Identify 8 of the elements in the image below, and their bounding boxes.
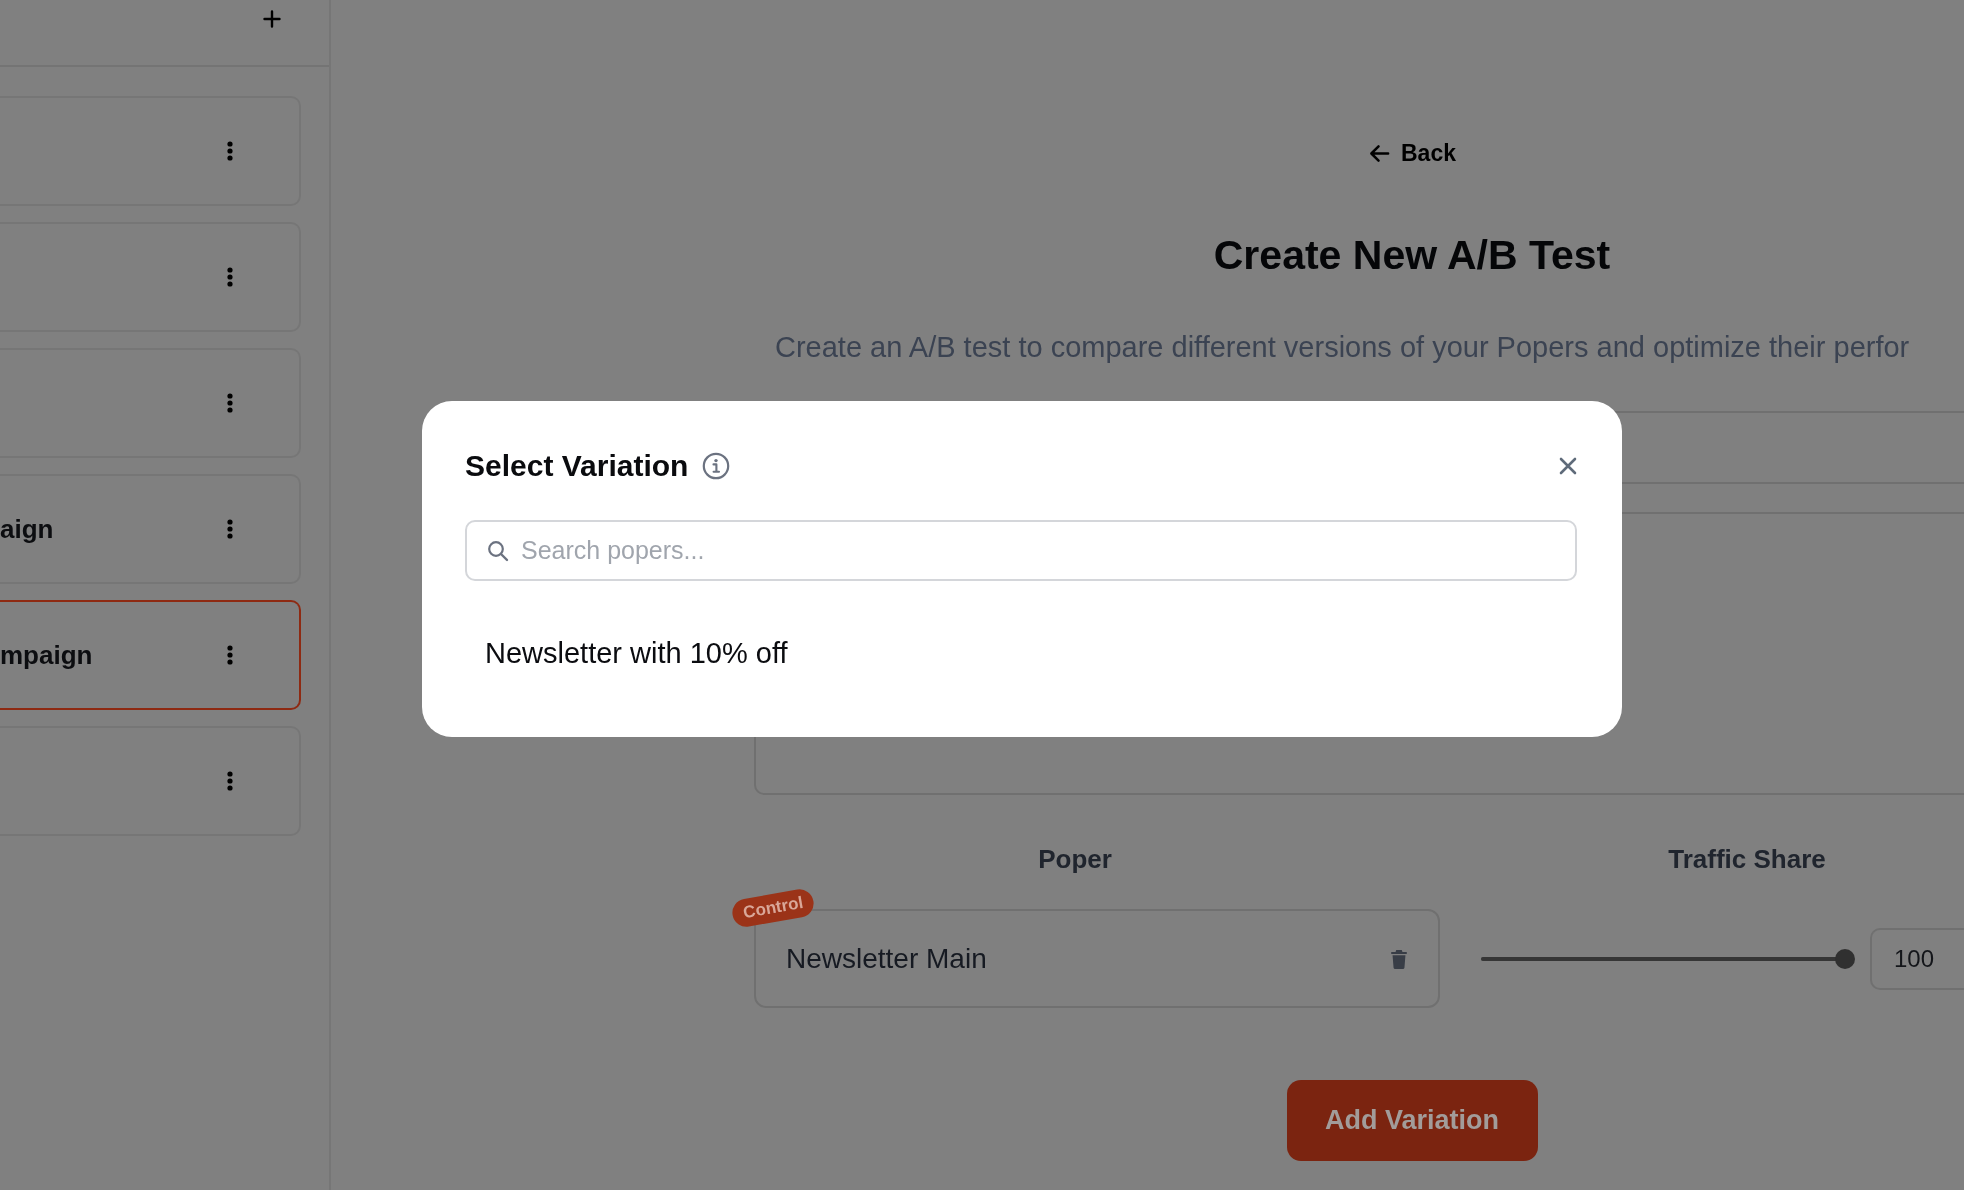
variation-name: Newsletter Main [786, 942, 987, 975]
column-header: Traffic Share [1667, 844, 1827, 874]
column-header: Poper [1037, 844, 1113, 874]
page-title: Create New A/B Test [1213, 231, 1611, 280]
campaign-name: mpaign [0, 639, 93, 671]
campaign-name: aign [0, 513, 54, 545]
modal-title: Select Variation [465, 449, 689, 483]
page-description: Create an A/B test to compare different versions of your Popers and optimize their perfor [775, 331, 1910, 363]
